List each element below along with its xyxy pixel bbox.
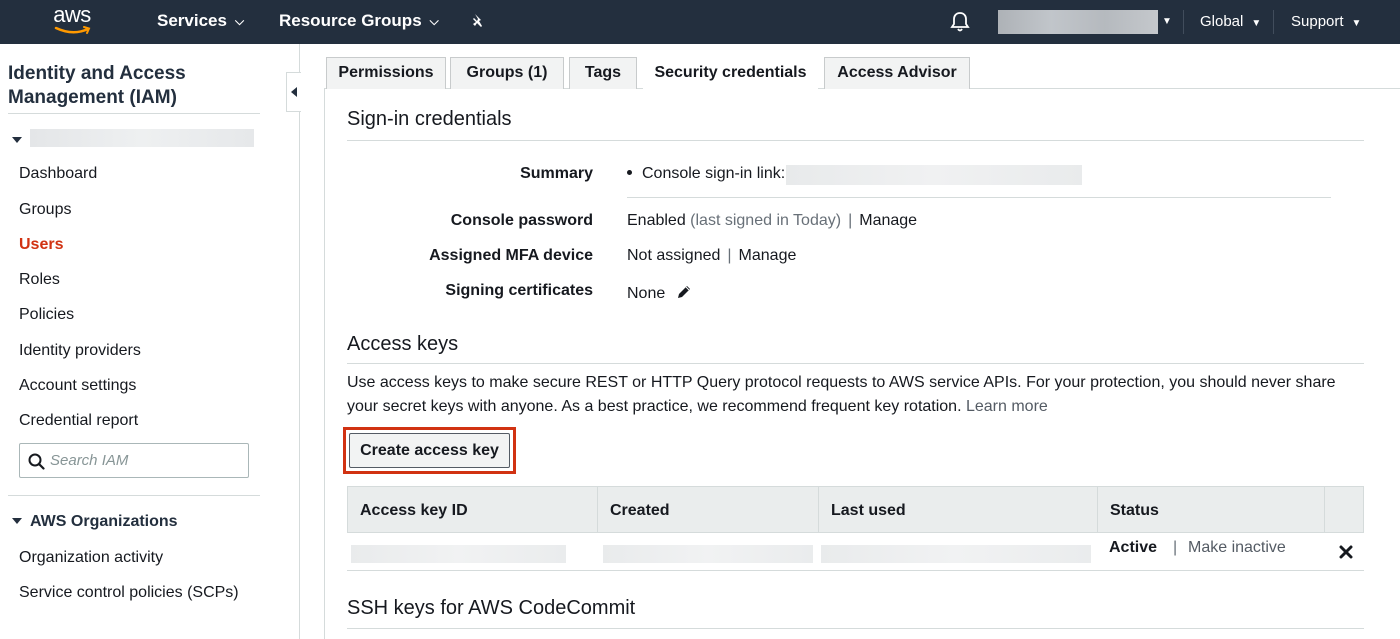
support-label: Support (1291, 13, 1344, 30)
search-iam-input[interactable] (50, 444, 245, 477)
sidebar-divider (8, 113, 260, 114)
bell-icon[interactable] (950, 11, 970, 33)
resource-groups-menu[interactable]: Resource Groups ⌵ (279, 0, 439, 44)
aws-logo-text: aws (53, 2, 91, 27)
access-key-id-redacted (351, 545, 566, 563)
last-used-redacted (821, 545, 1091, 563)
account-chevron-down-icon: ▼ (1162, 16, 1172, 27)
sidebar-item-policies[interactable]: Policies (19, 306, 74, 324)
console-sign-in-link-redacted[interactable] (786, 165, 1082, 185)
nav-divider (1273, 10, 1274, 34)
chevron-down-icon: ▼ (1251, 18, 1262, 29)
tab-security-credentials[interactable]: Security credentials (643, 53, 818, 89)
region-label: Global (1200, 13, 1244, 30)
mfa-value-row: Not assigned | Manage (627, 247, 796, 265)
make-inactive-link[interactable]: Make inactive (1188, 539, 1286, 557)
separator: | (848, 212, 853, 229)
console-sign-in-link-row: Console sign-in link: (627, 165, 785, 183)
column-header-status[interactable]: Status (1098, 487, 1325, 532)
section-divider (347, 628, 1364, 629)
caret-down-icon (12, 137, 22, 143)
chevron-down-icon: ▼ (1351, 18, 1362, 29)
separator: | (727, 247, 732, 264)
search-iam-box (19, 443, 249, 478)
pencil-edit-icon[interactable] (676, 284, 692, 300)
sidebar-title: Identity and Access Management (IAM) (8, 63, 186, 108)
learn-more-link[interactable]: Learn more (966, 398, 1048, 415)
signing-certificates-label: Signing certificates (445, 282, 593, 299)
console-sign-in-link-label: Console sign-in link: (642, 165, 786, 182)
section-divider (347, 363, 1364, 364)
resource-groups-label: Resource Groups (279, 11, 422, 30)
sidebar-divider (8, 495, 260, 496)
nav-divider (1183, 10, 1184, 34)
access-keys-heading: Access keys (347, 333, 459, 355)
region-menu[interactable]: Global ▼ (1200, 0, 1261, 44)
tab-groups[interactable]: Groups (1) (450, 57, 564, 89)
sidebar-item-roles[interactable]: Roles (19, 271, 60, 289)
column-header-access-key-id[interactable]: Access key ID (348, 487, 598, 532)
aws-organizations-label: AWS Organizations (30, 513, 178, 530)
sidebar-item-account-settings[interactable]: Account settings (19, 377, 136, 395)
aws-logo[interactable]: aws (48, 4, 96, 38)
sidebar-collapse-button[interactable] (286, 72, 301, 112)
console-password-status: Enabled (627, 212, 686, 229)
tab-permissions[interactable]: Permissions (326, 57, 446, 89)
manage-mfa-link[interactable]: Manage (739, 247, 797, 264)
services-menu[interactable]: Services ⌵ (157, 0, 244, 44)
sidebar-item-credential-report[interactable]: Credential report (19, 412, 138, 430)
section-divider (347, 140, 1364, 141)
column-header-last-used[interactable]: Last used (819, 487, 1098, 532)
pin-icon[interactable] (469, 12, 487, 30)
status-value: Active (1109, 539, 1158, 556)
top-navigation-bar: aws Services ⌵ Resource Groups ⌵ ▼ Global ▼… (0, 0, 1400, 44)
services-label: Services (157, 11, 227, 30)
sign-in-credentials-heading: Sign-in credentials (347, 108, 512, 130)
caret-down-icon (12, 518, 22, 524)
table-header-row: Access key ID Created Last used Status (347, 486, 1364, 533)
chevron-down-icon: ⌵ (429, 14, 439, 28)
manage-password-link[interactable]: Manage (859, 212, 917, 229)
chevron-down-icon: ⌵ (234, 14, 245, 28)
separator: | (1173, 539, 1178, 556)
sidebar: Identity and Access Management (IAM) Das… (0, 44, 300, 639)
access-keys-description: Use access keys to make secure REST or H… (347, 371, 1357, 419)
account-name-redacted (30, 129, 254, 147)
console-password-value-row: Enabled (last signed in Today) | Manage (627, 212, 917, 230)
signing-certificates-row: None (627, 282, 692, 303)
search-icon (28, 453, 45, 470)
signing-certificates-value: None (627, 285, 666, 302)
sidebar-item-identity-providers[interactable]: Identity providers (19, 342, 141, 360)
delete-x-icon[interactable] (1339, 545, 1353, 559)
tab-access-advisor[interactable]: Access Advisor (824, 57, 970, 89)
ssh-keys-heading: SSH keys for AWS CodeCommit (347, 597, 636, 619)
access-keys-description-text: Use access keys to make secure REST or H… (347, 374, 1336, 415)
account-expand-toggle[interactable] (12, 130, 22, 148)
sidebar-item-groups[interactable]: Groups (19, 201, 71, 219)
summary-label: Summary (520, 165, 593, 182)
aws-smile-icon (54, 26, 91, 34)
console-password-label: Console password (450, 212, 593, 229)
sidebar-item-users[interactable]: Users (19, 236, 63, 254)
assigned-mfa-label: Assigned MFA device (429, 247, 593, 264)
create-access-key-button[interactable]: Create access key (349, 433, 510, 468)
summary-divider (627, 197, 1331, 198)
sidebar-item-organization-activity[interactable]: Organization activity (19, 549, 163, 567)
table-row: Active | Make inactive (347, 533, 1364, 571)
sidebar-item-dashboard[interactable]: Dashboard (19, 165, 97, 183)
aws-organizations-toggle[interactable]: AWS Organizations (12, 513, 178, 531)
created-redacted (603, 545, 813, 563)
last-signed-in-note: (last signed in Today) (690, 212, 842, 229)
mfa-status: Not assigned (627, 247, 721, 264)
sidebar-item-service-control-policies[interactable]: Service control policies (SCPs) (19, 584, 239, 602)
tab-tags[interactable]: Tags (569, 57, 637, 89)
account-menu-redacted[interactable] (998, 10, 1158, 34)
bullet-icon (627, 170, 632, 175)
column-header-created[interactable]: Created (598, 487, 819, 532)
caret-left-icon (291, 87, 297, 97)
support-menu[interactable]: Support ▼ (1291, 0, 1361, 44)
